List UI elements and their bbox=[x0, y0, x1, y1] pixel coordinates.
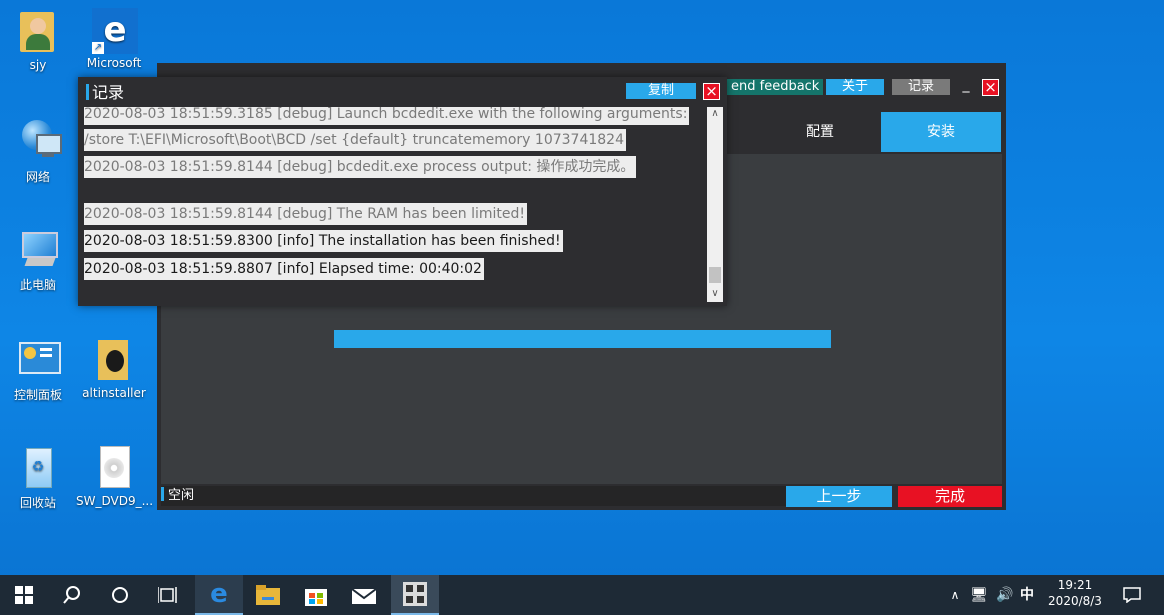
send-feedback-button[interactable]: end feedback bbox=[727, 79, 823, 95]
desktop-icon-label: SW_DVD9_... bbox=[76, 494, 154, 508]
log-line: 2020-08-03 18:51:59.3185 [debug] Launch … bbox=[84, 107, 690, 125]
notification-icon bbox=[1123, 587, 1141, 604]
task-view-icon bbox=[158, 587, 177, 603]
scroll-down-arrow-icon[interactable]: ∨ bbox=[707, 287, 723, 301]
desktop-icon-label: 回收站 bbox=[19, 496, 56, 510]
clock-date: 2020/8/3 bbox=[1048, 594, 1102, 608]
action-center-button[interactable] bbox=[1114, 575, 1150, 615]
taskbar-installer-app[interactable] bbox=[391, 575, 439, 615]
desktop-icon-label: altinstaller bbox=[82, 386, 146, 400]
taskbar-store[interactable] bbox=[292, 575, 340, 615]
log-window: 记录 复制 × 2020-08-03 18:51:59.3185 [debug]… bbox=[78, 77, 727, 306]
title-accent-bar bbox=[86, 84, 89, 100]
desktop-icon-iso-file[interactable]: SW_DVD9_... bbox=[76, 446, 154, 508]
finish-button[interactable]: 完成 bbox=[898, 486, 1002, 507]
log-line: 2020-08-03 18:51:59.8144 [debug] The RAM… bbox=[84, 203, 528, 225]
status-indicator bbox=[161, 487, 164, 501]
desktop-icon-edge[interactable]: e ↗ Microsoft bbox=[76, 8, 152, 70]
log-close-button[interactable]: × bbox=[703, 83, 720, 100]
user-folder-icon bbox=[16, 10, 60, 54]
desktop-icon-recycle-bin[interactable]: ♻ 回收站 bbox=[0, 446, 76, 511]
desktop-icon-label: 控制面板 bbox=[13, 388, 62, 402]
log-line: 2020-08-03 18:51:59.8300 [info] The inst… bbox=[84, 230, 563, 252]
copy-button[interactable]: 复制 bbox=[626, 83, 696, 99]
status-text: 空闲 bbox=[168, 488, 195, 503]
taskbar-edge[interactable]: e bbox=[195, 575, 243, 615]
task-view-button[interactable] bbox=[144, 575, 192, 615]
desktop-icon-label: 此电脑 bbox=[19, 278, 56, 292]
back-button[interactable]: 上一步 bbox=[786, 486, 892, 507]
status-bar: 空闲 bbox=[161, 486, 787, 506]
log-line: /store T:\EFI\Microsoft\Boot\BCD /set {d… bbox=[84, 129, 626, 151]
desktop-icon-altinstaller[interactable]: altinstaller bbox=[76, 338, 152, 400]
desktop-icon-label: Microsoft bbox=[86, 56, 142, 70]
desktop-icon-label: 网络 bbox=[25, 170, 50, 184]
edge-icon: e ↗ bbox=[92, 8, 138, 54]
show-hidden-icons-button[interactable]: ∧ bbox=[947, 575, 963, 615]
log-line: 2020-08-03 18:51:59.8144 [debug] bcdedit… bbox=[84, 156, 637, 178]
search-icon bbox=[63, 586, 80, 604]
windows-logo-icon bbox=[15, 586, 33, 604]
store-icon bbox=[305, 589, 327, 606]
mail-icon bbox=[352, 588, 376, 604]
cortana-button[interactable] bbox=[96, 575, 144, 615]
log-window-title: 记录 bbox=[86, 83, 124, 103]
ime-indicator[interactable]: 中 bbox=[1016, 575, 1038, 615]
volume-icon[interactable]: 🔊 bbox=[994, 575, 1016, 615]
install-progress-bar bbox=[334, 330, 831, 348]
log-scrollbar[interactable]: ∧ ∨ bbox=[707, 107, 723, 302]
main-close-button[interactable]: × bbox=[982, 79, 999, 96]
about-button[interactable]: 关于 bbox=[826, 79, 884, 95]
edge-icon: e bbox=[210, 579, 228, 609]
desktop-icon-control-panel[interactable]: 控制面板 bbox=[0, 338, 76, 403]
log-window-title-text: 记录 bbox=[92, 83, 125, 102]
network-icon bbox=[16, 120, 62, 164]
tab-bar: : 配置 安装 bbox=[717, 112, 1002, 152]
desktop-icon-user-folder[interactable]: sjy bbox=[0, 10, 76, 72]
minimize-button[interactable]: _ bbox=[957, 77, 975, 93]
log-button[interactable]: 记录 bbox=[892, 79, 950, 95]
desktop-icon-network[interactable]: 网络 bbox=[0, 120, 76, 185]
desktop-icon-this-pc[interactable]: 此电脑 bbox=[0, 228, 76, 293]
disc-image-icon bbox=[92, 446, 136, 490]
tab-install[interactable]: 安装 bbox=[881, 112, 1001, 152]
log-text-area[interactable]: 2020-08-03 18:51:59.3185 [debug] Launch … bbox=[84, 107, 708, 303]
computer-icon bbox=[16, 228, 60, 272]
tab-config[interactable]: 配置 bbox=[761, 112, 879, 152]
taskbar: e ∧ 🖥 🔊 中 19:21 2020/8/3 bbox=[0, 575, 1164, 615]
installer-app-icon bbox=[403, 582, 427, 606]
clock[interactable]: 19:21 2020/8/3 bbox=[1040, 575, 1110, 615]
taskbar-file-explorer[interactable] bbox=[244, 575, 292, 615]
log-line: 2020-08-03 18:51:59.8807 [info] Elapsed … bbox=[84, 258, 484, 280]
scroll-thumb[interactable] bbox=[709, 267, 721, 283]
search-button[interactable] bbox=[48, 575, 96, 615]
desktop-icon-label: sjy bbox=[29, 58, 47, 72]
file-explorer-icon bbox=[256, 585, 280, 605]
scroll-up-arrow-icon[interactable]: ∧ bbox=[707, 107, 723, 121]
start-button[interactable] bbox=[0, 575, 48, 615]
clock-time: 19:21 bbox=[1057, 578, 1093, 592]
control-panel-icon bbox=[16, 338, 61, 382]
cortana-icon bbox=[112, 587, 128, 603]
altinstaller-folder-icon bbox=[92, 338, 136, 382]
taskbar-mail[interactable] bbox=[340, 575, 388, 615]
recycle-bin-icon: ♻ bbox=[16, 446, 60, 490]
network-tray-icon[interactable]: 🖥 bbox=[967, 575, 991, 615]
